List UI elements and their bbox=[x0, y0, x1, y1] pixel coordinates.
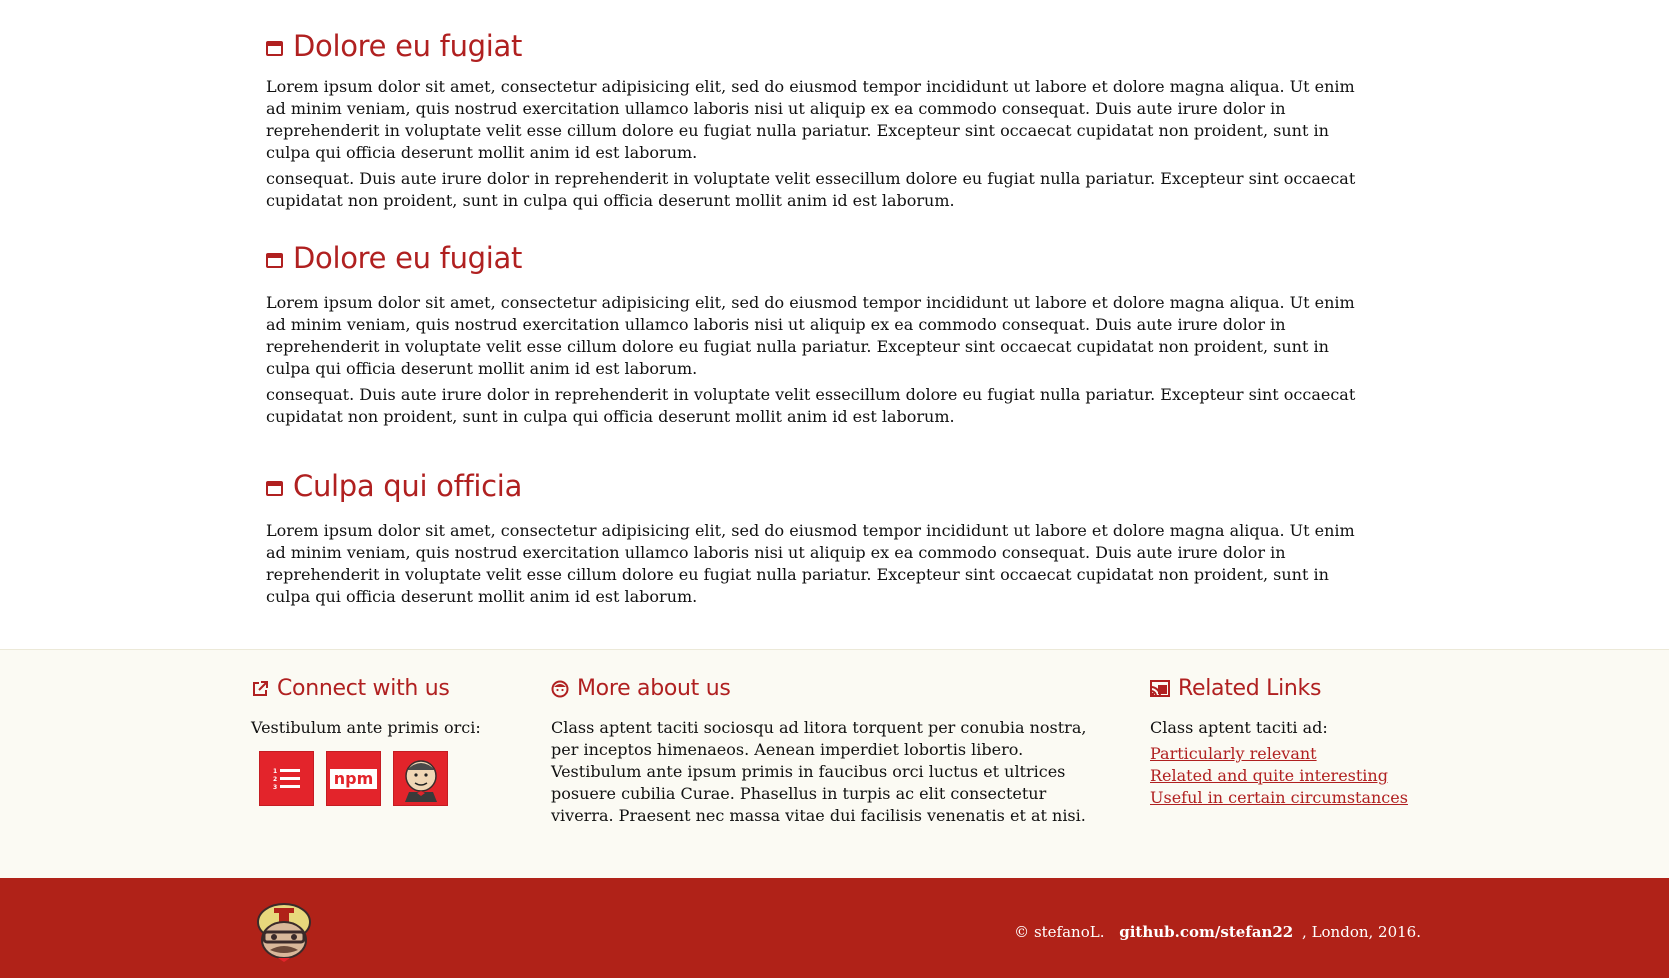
section-paragraph: Lorem ipsum dolor sit amet, consectetur … bbox=[266, 293, 1355, 378]
related-links: Particularly relevant Related and quite … bbox=[1150, 743, 1408, 809]
footer-related: Related Links Class aptent taciti ad: Pa… bbox=[1150, 676, 1408, 809]
section-culpa: Culpa qui officia Lorem ipsum dolor sit … bbox=[266, 468, 1376, 608]
section-paragraph: Lorem ipsum dolor sit amet, consectetur … bbox=[266, 521, 1355, 606]
section-heading: Culpa qui officia bbox=[266, 468, 1376, 504]
social-links: 1 2 3 npm bbox=[259, 751, 481, 806]
section-paragraph: consequat. Duis aute irure dolor in repr… bbox=[266, 169, 1356, 210]
copyright-prefix: © stefanoL. bbox=[1014, 923, 1105, 941]
related-link[interactable]: Particularly relevant bbox=[1150, 743, 1408, 765]
section-title: Culpa qui officia bbox=[293, 469, 523, 503]
related-link[interactable]: Related and quite interesting bbox=[1150, 765, 1408, 787]
jenkins-icon bbox=[404, 759, 437, 802]
copyright-suffix: , London, 2016. bbox=[1302, 923, 1421, 941]
related-title: Related Links bbox=[1178, 676, 1322, 701]
about-paragraph: Vestibulum ante ipsum primis in faucibus… bbox=[551, 762, 1086, 825]
svg-text:3: 3 bbox=[273, 784, 277, 791]
footer-bottom-bar: © stefanoL. github.com/stefan22 , London… bbox=[0, 878, 1669, 978]
section-dolore-2: Dolore eu fugiat Lorem ipsum dolor sit a… bbox=[266, 240, 1376, 428]
svg-text:1: 1 bbox=[273, 768, 277, 775]
npm-button[interactable]: npm bbox=[326, 751, 381, 806]
section-title: Dolore eu fugiat bbox=[293, 241, 523, 275]
jenkins-button[interactable] bbox=[393, 751, 448, 806]
section-dolore-1: Dolore eu fugiat Lorem ipsum dolor sit a… bbox=[266, 28, 1376, 212]
footer-top: Connect with us Vestibulum ante primis o… bbox=[0, 649, 1669, 879]
connect-text: Vestibulum ante primis orci: bbox=[251, 718, 481, 737]
footer-about: More about us Class aptent taciti socios… bbox=[551, 676, 1111, 827]
footer-connect: Connect with us Vestibulum ante primis o… bbox=[251, 676, 481, 806]
section-paragraph: Lorem ipsum dolor sit amet, consectetur … bbox=[266, 77, 1355, 162]
section-heading: Dolore eu fugiat bbox=[266, 240, 1376, 276]
about-heading: More about us bbox=[551, 676, 1111, 701]
related-heading: Related Links bbox=[1150, 676, 1408, 701]
svg-text:2: 2 bbox=[273, 776, 277, 783]
window-icon bbox=[266, 252, 283, 268]
list-numbered-button[interactable]: 1 2 3 bbox=[259, 751, 314, 806]
npm-icon: npm bbox=[329, 768, 378, 789]
list-numbered-icon: 1 2 3 bbox=[273, 768, 300, 791]
section-paragraph: consequat. Duis aute irure dolor in repr… bbox=[266, 385, 1356, 426]
mascot-logo bbox=[257, 903, 311, 962]
connect-heading: Connect with us bbox=[251, 676, 481, 701]
cast-icon bbox=[1150, 679, 1170, 697]
copyright: © stefanoL. github.com/stefan22 , London… bbox=[1014, 923, 1421, 941]
related-link[interactable]: Useful in certain circumstances bbox=[1150, 787, 1408, 809]
about-paragraph: Class aptent taciti sociosqu ad litora t… bbox=[551, 718, 1087, 759]
window-icon bbox=[266, 480, 283, 496]
external-link-icon bbox=[253, 680, 268, 696]
window-icon bbox=[266, 40, 283, 56]
section-title: Dolore eu fugiat bbox=[293, 29, 523, 63]
github-link[interactable]: github.com/stefan22 bbox=[1119, 923, 1293, 941]
about-title: More about us bbox=[577, 676, 731, 701]
section-heading: Dolore eu fugiat bbox=[266, 28, 1376, 64]
face-icon bbox=[551, 680, 569, 697]
related-text: Class aptent taciti ad: bbox=[1150, 718, 1328, 737]
connect-title: Connect with us bbox=[277, 676, 450, 701]
